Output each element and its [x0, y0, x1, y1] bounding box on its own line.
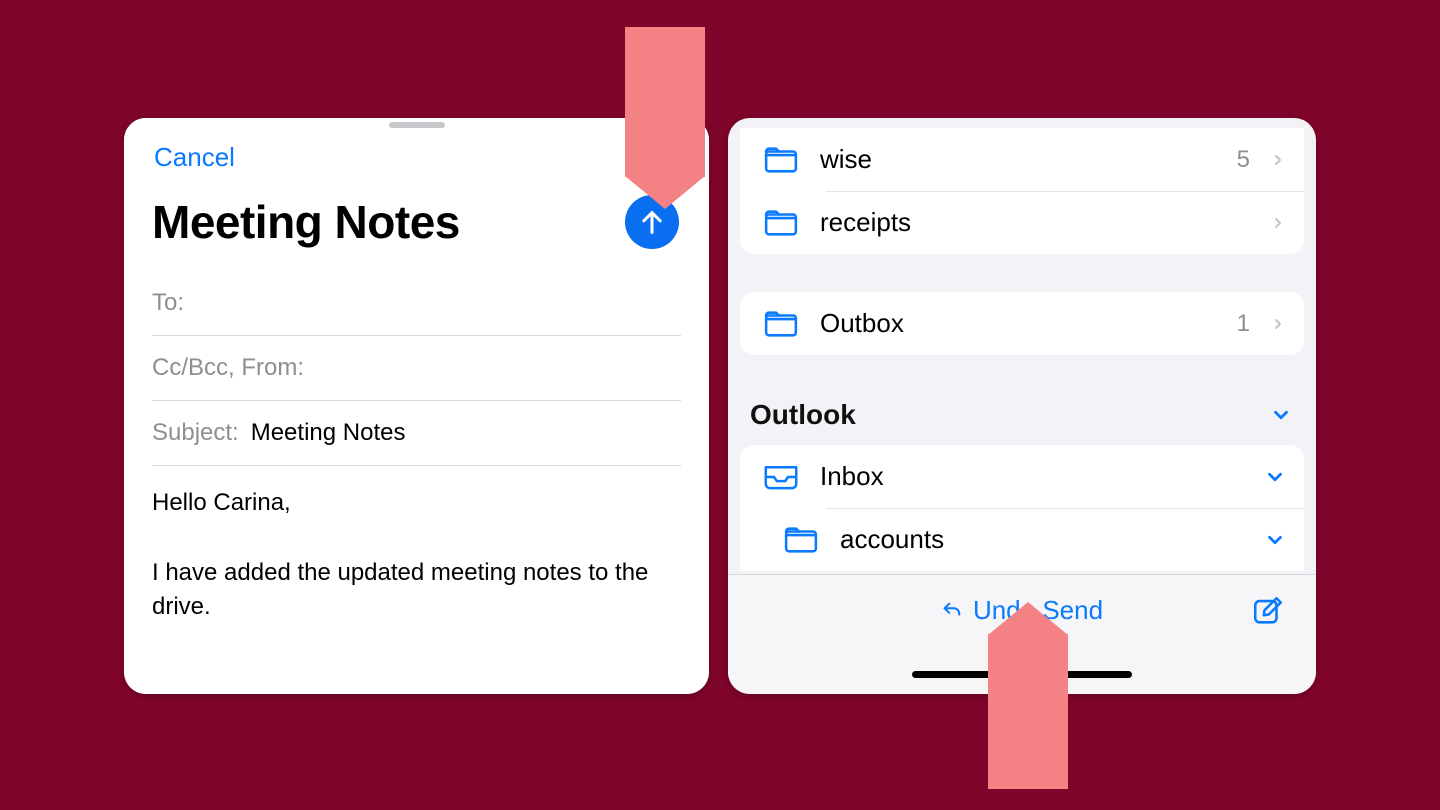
chevron-right-icon	[1270, 212, 1286, 234]
cc-bcc-from-field[interactable]: Cc/Bcc, From:	[152, 336, 681, 401]
undo-icon	[941, 600, 963, 622]
mailbox-row[interactable]: Outbox 1	[740, 292, 1304, 355]
to-label: To:	[152, 289, 184, 317]
mailbox-name: Outbox	[820, 308, 1217, 339]
callout-arrow-send	[625, 27, 705, 177]
compose-body[interactable]: Hello Carina, I have added the updated m…	[124, 466, 709, 694]
mailbox-name: receipts	[820, 207, 1250, 238]
mailbox-count: 1	[1237, 310, 1250, 338]
subject-field[interactable]: Subject: Meeting Notes	[152, 401, 681, 466]
cancel-button[interactable]: Cancel	[154, 142, 235, 173]
arrow-up-icon	[638, 208, 666, 236]
mailbox-row[interactable]: receipts	[740, 191, 1304, 254]
chevron-right-icon	[1270, 313, 1286, 335]
mailbox-row[interactable]: wise 5	[740, 128, 1304, 191]
folder-icon	[762, 309, 800, 339]
folder-icon	[762, 145, 800, 175]
mailbox-group: Outbox 1	[740, 292, 1304, 355]
subject-label: Subject:	[152, 419, 239, 447]
chevron-down-icon	[1264, 529, 1286, 551]
compose-button[interactable]	[1246, 589, 1290, 633]
mailbox-name: wise	[820, 144, 1217, 175]
subject-value: Meeting Notes	[251, 419, 406, 447]
mailbox-count: 5	[1237, 146, 1250, 174]
callout-arrow-undo	[988, 634, 1068, 789]
compose-title: Meeting Notes	[152, 195, 460, 249]
chevron-down-icon	[1270, 404, 1292, 426]
to-field[interactable]: To:	[152, 271, 681, 336]
mailbox-group: Inbox accounts	[740, 445, 1304, 571]
mailbox-row[interactable]: accounts	[740, 508, 1304, 571]
compose-icon	[1251, 594, 1285, 628]
mailbox-name: Inbox	[820, 461, 1244, 492]
mailbox-name: accounts	[840, 524, 1244, 555]
mailbox-row[interactable]: Inbox	[740, 445, 1304, 508]
compose-sheet: Cancel Meeting Notes To: Cc/Bcc, From: S	[124, 118, 709, 694]
cc-label: Cc/Bcc, From:	[152, 354, 304, 382]
section-title: Outlook	[750, 399, 856, 431]
chevron-down-icon	[1264, 466, 1286, 488]
folder-icon	[762, 208, 800, 238]
folder-icon	[782, 525, 820, 555]
tray-icon	[762, 462, 800, 492]
sheet-grabber[interactable]	[389, 122, 445, 128]
mailbox-group: wise 5 receipts	[740, 128, 1304, 254]
chevron-right-icon	[1270, 149, 1286, 171]
account-section-header[interactable]: Outlook	[728, 393, 1316, 445]
